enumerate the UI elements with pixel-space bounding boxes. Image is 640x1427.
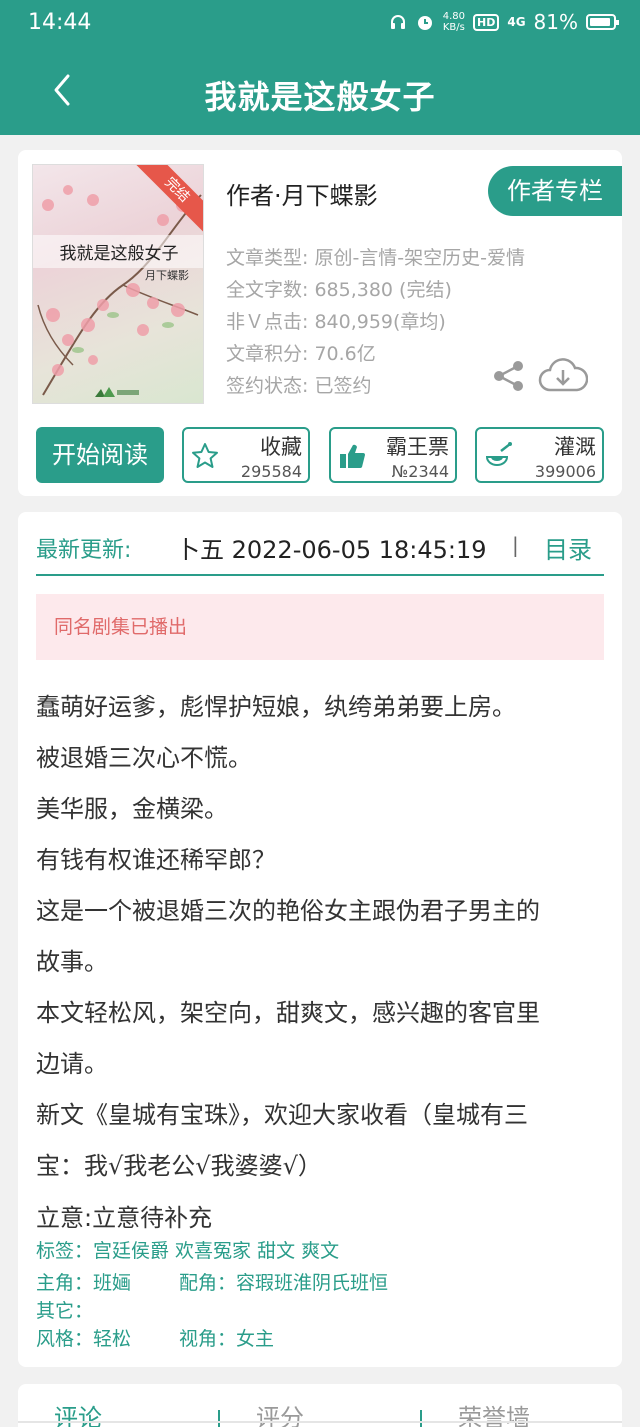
description-line: 有钱有权谁还稀罕郎？ xyxy=(36,846,276,874)
hd-badge: HD xyxy=(473,13,500,31)
favorite-label: 收藏 xyxy=(260,435,302,459)
water-count: 399006 xyxy=(534,462,596,481)
book-type: 文章类型: 原创-言情-架空历史-爱情 xyxy=(226,247,526,269)
view-value: 视角：女主 xyxy=(179,1328,275,1350)
word-count: 全文字数: 685,380 (完结) xyxy=(226,279,452,301)
description-line: 故事。 xyxy=(36,948,108,976)
cover-author: 月下蝶影 xyxy=(145,269,189,282)
book-cover[interactable]: 完结 我就是这般女子 月下蝶影 xyxy=(32,164,204,404)
battery-percent: 81% xyxy=(533,10,578,34)
lead-character[interactable]: 主角：班婳 xyxy=(36,1272,131,1294)
author-name[interactable]: 作者·月下蝶影 xyxy=(226,176,378,211)
water-button[interactable]: 灌溉 399006 xyxy=(475,427,604,483)
description-line: 蠢萌好运爹，彪悍护短娘，纨绔弟弟要上房。 xyxy=(36,693,516,721)
description-line: 被退婚三次心不慌。 xyxy=(36,744,252,772)
book-info-card: 完结 我就是这般女子 月下蝶影 作者·月下蝶影 作者专栏 文章类型: 原创-言情… xyxy=(18,150,622,496)
description-line: 宝：我√我老公√我婆婆√） xyxy=(36,1152,322,1180)
thumbs-up-icon xyxy=(340,444,365,469)
tab-divider xyxy=(420,1410,422,1427)
bottom-tabs: 评论 评分 荣誉墙 xyxy=(18,1384,622,1427)
description-line: 本文轻松风，架空向，甜爽文，感兴趣的客官里 xyxy=(36,999,540,1027)
favorite-count: 295584 xyxy=(240,462,302,481)
watering-can-icon xyxy=(485,442,512,466)
description-line: 新文《皇城有宝珠》，欢迎大家收看（皇城有三 xyxy=(36,1101,528,1129)
cover-title: 我就是这般女子 xyxy=(33,235,203,268)
notice-banner: 同名剧集已播出 xyxy=(36,594,604,660)
publisher-logo-icon xyxy=(95,387,139,397)
water-label: 灌溉 xyxy=(554,435,596,459)
tab-divider xyxy=(218,1410,220,1427)
tab-underline xyxy=(18,1421,622,1423)
signal-icon: 4G xyxy=(507,15,526,29)
description-line: 这是一个被退婚三次的艳俗女主跟伪君子男主的 xyxy=(36,897,540,925)
author-column-button[interactable]: 作者专栏 xyxy=(488,166,622,216)
book-detail-card: 最新更新: 卜五 2022-06-05 18:45:19 | 目录 同名剧集已播… xyxy=(18,512,622,1367)
network-speed: 4.80 KB/s xyxy=(442,11,465,33)
toc-link[interactable]: 目录 xyxy=(544,530,592,565)
status-bar: 14:44 4.80 KB/s HD 4G 81% xyxy=(0,0,640,50)
book-intent: 立意:立意待补充 xyxy=(36,1204,213,1232)
star-icon xyxy=(192,443,218,468)
status-icons: 4.80 KB/s HD 4G 81% xyxy=(389,10,619,34)
latest-update-text[interactable]: 卜五 2022-06-05 18:45:19 xyxy=(176,530,522,565)
battery-icon xyxy=(586,14,619,30)
tag-list[interactable]: 标签：宫廷侯爵 欢喜冤家 甜文 爽文 xyxy=(36,1236,339,1263)
style-value: 风格：轻松 xyxy=(36,1328,132,1350)
latest-update-label: 最新更新: xyxy=(36,538,132,563)
vote-label: 霸王票 xyxy=(386,435,449,459)
character-row: 主角：班婳 配角：容瑕班淮阴氏班恒 xyxy=(36,1268,388,1295)
description-line: 美华服，金横梁。 xyxy=(36,795,228,823)
update-separator: | xyxy=(512,533,519,557)
click-count: 非Ｖ点击: 840,959(章均) xyxy=(226,311,446,333)
share-icon[interactable] xyxy=(492,360,526,392)
headphone-icon xyxy=(390,15,405,29)
divider xyxy=(36,574,604,576)
app-header: 14:44 4.80 KB/s HD 4G 81% 我就是这般女子 xyxy=(0,0,640,135)
book-description: 蠢萌好运爹，彪悍护短娘，纨绔弟弟要上房。 被退婚三次心不慌。 美华服，金横梁。 … xyxy=(36,682,608,1192)
alarm-icon xyxy=(417,16,432,30)
book-score: 文章积分: 70.6亿 xyxy=(226,343,376,365)
contract-status: 签约状态: 已签约 xyxy=(226,375,372,397)
favorite-button[interactable]: 收藏 295584 xyxy=(182,427,310,483)
description-line: 边请。 xyxy=(36,1050,108,1078)
start-reading-button[interactable]: 开始阅读 xyxy=(36,427,164,483)
status-time: 14:44 xyxy=(28,10,92,35)
download-cloud-icon[interactable] xyxy=(538,358,588,394)
vote-count: №2344 xyxy=(391,462,449,481)
style-row: 风格：轻松 视角：女主 xyxy=(36,1324,274,1351)
page-title: 我就是这般女子 xyxy=(204,78,436,116)
vote-button[interactable]: 霸王票 №2344 xyxy=(329,427,457,483)
other-row: 其它： xyxy=(36,1300,94,1322)
support-characters[interactable]: 配角：容瑕班淮阴氏班恒 xyxy=(179,1272,388,1294)
